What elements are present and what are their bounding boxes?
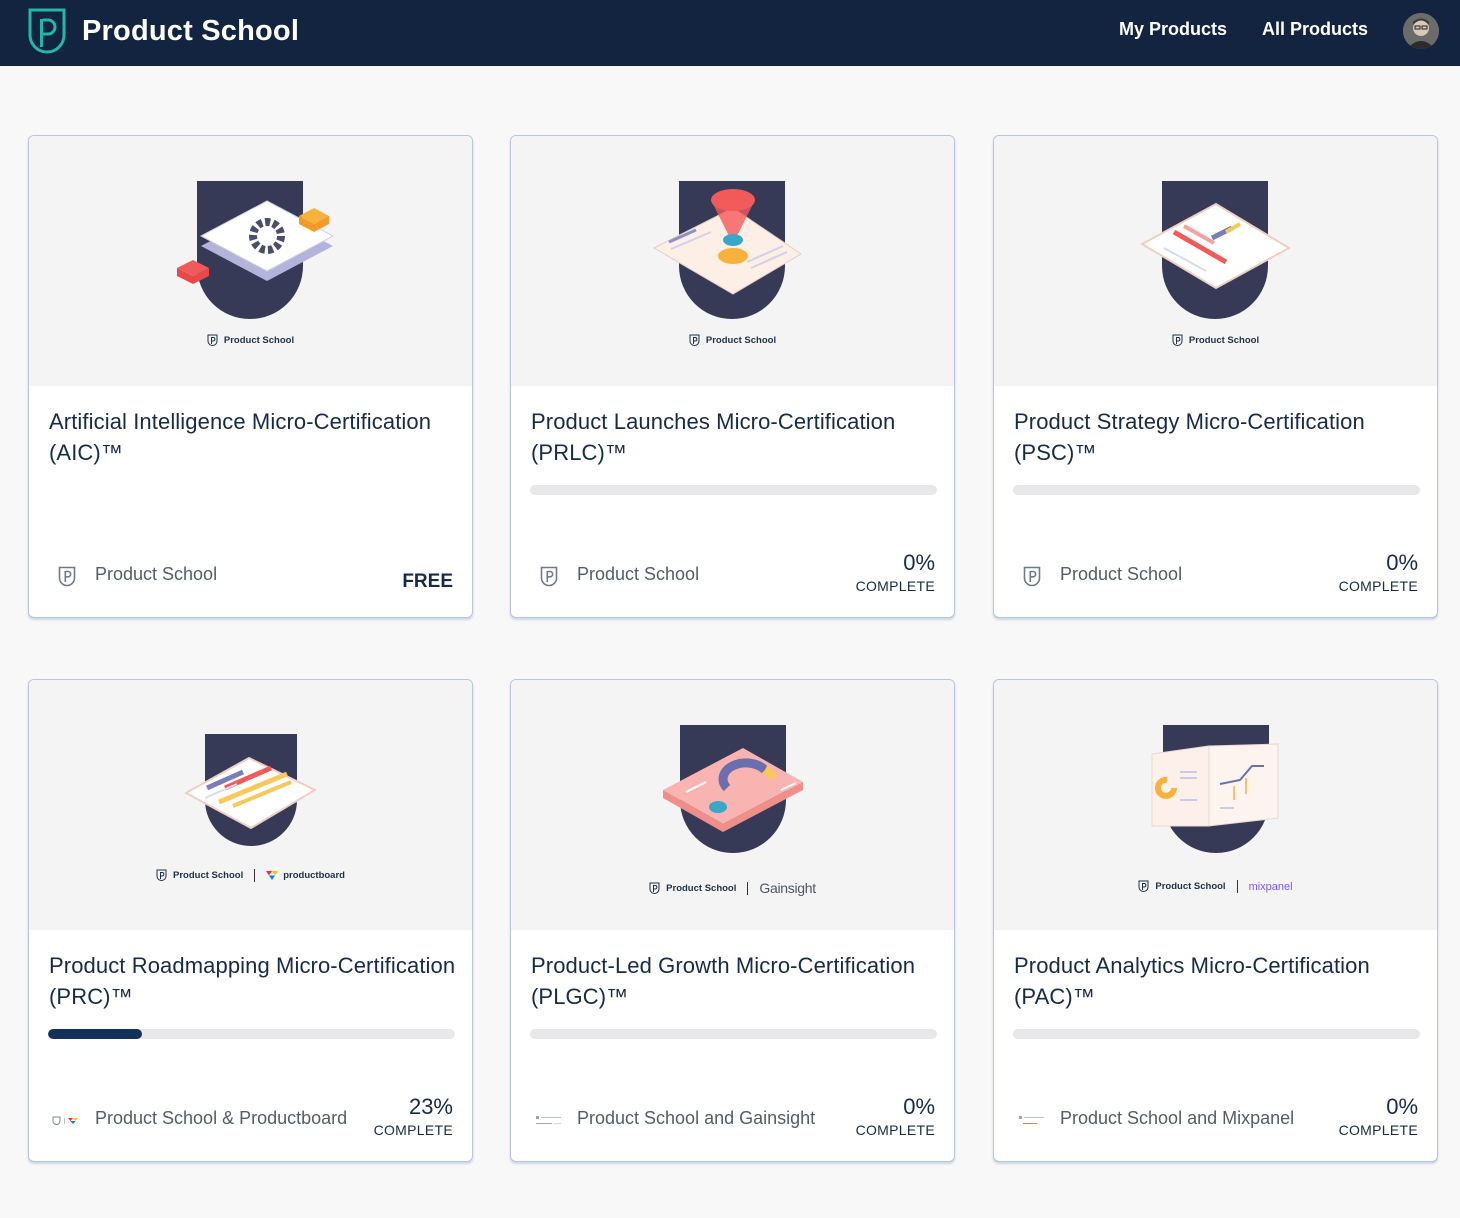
product-school-mini-icon (156, 869, 167, 881)
brand-divider (1236, 880, 1238, 893)
card-image: Product School mixpanel (994, 680, 1437, 930)
nav-all-products[interactable]: All Products (1262, 19, 1368, 40)
provider-logo (533, 564, 565, 590)
price-label: FREE (402, 571, 453, 592)
progress-fill (48, 1029, 142, 1039)
progress-complete-label: COMPLETE (1338, 578, 1418, 594)
card-image: Product School (994, 136, 1437, 386)
brand-name: Product School (82, 14, 300, 47)
progress-bar (1013, 1029, 1420, 1039)
card-image: Product School (29, 136, 472, 386)
media-brand-row: Product School (511, 334, 954, 347)
provider-name: Product School (1060, 564, 1183, 584)
progress-bar (530, 1029, 937, 1039)
product-school-logo-icon (28, 8, 66, 54)
progress-bar (1013, 485, 1420, 495)
provider-name: Product School (95, 564, 218, 584)
provider-name: Product School and Mixpanel (1060, 1108, 1295, 1128)
card-title[interactable]: Artificial Intelligence Micro-Certificat… (49, 406, 459, 468)
media-brand-label: Product School (1188, 335, 1260, 346)
provider-logo (51, 564, 83, 590)
partner-brand-label: mixpanel (1248, 880, 1293, 893)
progress-bar (530, 485, 937, 495)
ai-certification-badge-icon (177, 181, 335, 319)
progress-percent: 23% (408, 1094, 453, 1119)
media-brand-label: Product School (705, 335, 777, 346)
progress-complete-label: COMPLETE (1338, 1122, 1418, 1138)
product-card-plgc[interactable]: Product School Gainsight Product-Led Gro… (510, 679, 955, 1162)
provider-name: Product School & Productboard (95, 1108, 348, 1128)
product-school-mini-icon (1138, 880, 1149, 892)
provider-shield-icon (1023, 566, 1041, 587)
media-brand-label: Product School (173, 870, 244, 881)
user-avatar[interactable] (1403, 13, 1439, 49)
progress-complete-label: COMPLETE (855, 1122, 935, 1138)
progress-percent: 0% (1386, 550, 1418, 575)
product-school-mini-icon (1172, 334, 1183, 346)
provider-joint-logo-icon (536, 1116, 561, 1124)
media-brand-label: Product School (1155, 881, 1226, 892)
provider-joint-logo-icon (52, 1116, 78, 1125)
brand-divider (254, 869, 256, 882)
user-photo-icon (1403, 13, 1439, 49)
product-school-mini-icon (649, 882, 660, 894)
product-card-pac[interactable]: Product School mixpanel Product Analytic… (993, 679, 1438, 1162)
roadmapping-certification-badge-icon (183, 734, 318, 846)
provider-logo (1016, 1108, 1048, 1134)
card-image: Product School (511, 136, 954, 386)
card-title[interactable]: Product-Led Growth Micro-Certification (… (531, 950, 941, 1012)
progress-bar (48, 1029, 455, 1039)
progress-percent: 0% (903, 1094, 935, 1119)
partner-brand-label: Gainsight (759, 880, 816, 896)
provider-logo (533, 1108, 565, 1134)
launches-certification-badge-icon (652, 181, 802, 319)
progress-percent: 0% (1386, 1094, 1418, 1119)
media-brand-row: Product School mixpanel (994, 880, 1437, 893)
partner-brand-label: productboard (283, 870, 345, 881)
product-card-prc[interactable]: Product School productboard Product Road… (28, 679, 473, 1162)
provider-joint-logo-icon (1019, 1116, 1044, 1124)
media-brand-row: Product School productboard (29, 869, 472, 882)
product-school-mini-icon (207, 334, 218, 346)
media-brand-row: Product School (994, 334, 1437, 347)
provider-shield-icon (58, 566, 76, 587)
productboard-logo-icon (266, 871, 279, 880)
provider-logo (51, 1108, 83, 1134)
media-brand-label: Product School (666, 882, 737, 894)
product-card-prlc[interactable]: Product School Product Launches Micro-Ce… (510, 135, 955, 618)
progress-complete-label: COMPLETE (855, 578, 935, 594)
top-navbar: Product School My Products All Products (0, 0, 1460, 66)
strategy-certification-badge-icon (1139, 181, 1292, 319)
brand-divider (747, 881, 749, 895)
card-title[interactable]: Product Strategy Micro-Certification (PS… (1014, 406, 1424, 468)
media-brand-row: Product School (29, 334, 472, 347)
card-image: Product School productboard (29, 680, 472, 930)
provider-logo (1016, 564, 1048, 590)
card-image: Product School Gainsight (511, 680, 954, 930)
card-title[interactable]: Product Roadmapping Micro-Certification … (49, 950, 459, 1012)
product-card-aic[interactable]: Product School Artificial Intelligence M… (28, 135, 473, 618)
progress-percent: 0% (903, 550, 935, 575)
media-brand-row: Product School Gainsight (511, 880, 954, 896)
product-school-mini-icon (689, 334, 700, 346)
provider-name: Product School (577, 564, 700, 584)
product-card-psc[interactable]: Product School Product Strategy Micro-Ce… (993, 135, 1438, 618)
card-title[interactable]: Product Launches Micro-Certification (PR… (531, 406, 941, 468)
nav-my-products[interactable]: My Products (1119, 19, 1227, 40)
provider-name: Product School and Gainsight (577, 1108, 816, 1128)
progress-complete-label: COMPLETE (373, 1122, 453, 1138)
media-brand-label: Product School (223, 335, 295, 346)
card-title[interactable]: Product Analytics Micro-Certification (P… (1014, 950, 1424, 1012)
brand-home-link[interactable]: Product School (27, 6, 299, 56)
provider-shield-icon (540, 566, 558, 587)
